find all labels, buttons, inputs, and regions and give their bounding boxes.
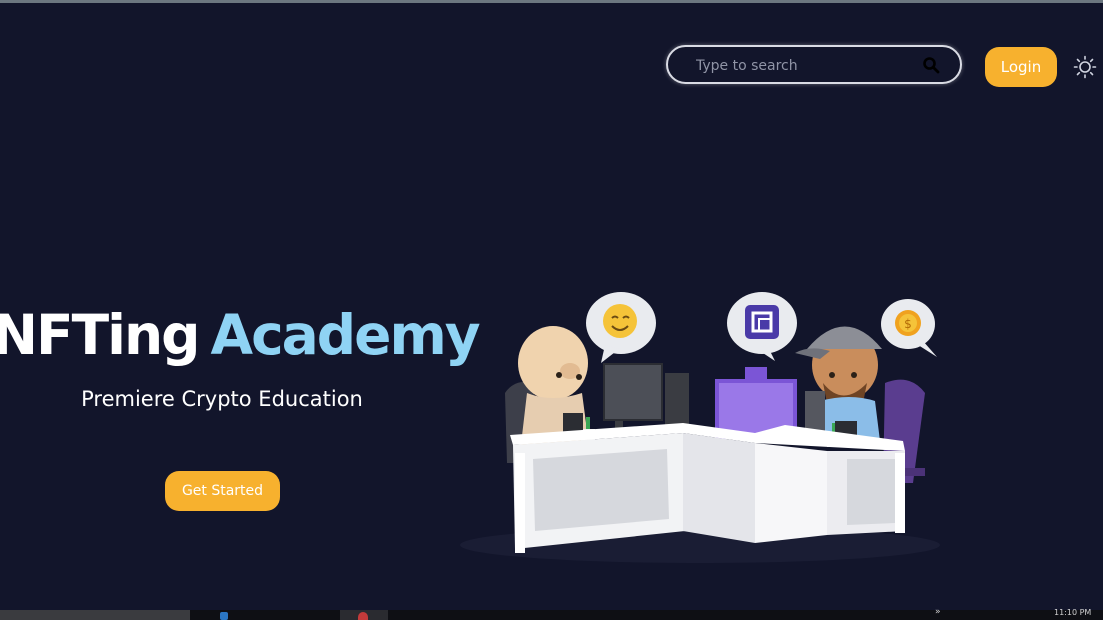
login-button-label: Login (1000, 58, 1042, 76)
search-input[interactable] (694, 55, 918, 77)
get-started-button[interactable]: Get Started (165, 471, 280, 511)
edge-icon[interactable] (220, 612, 228, 620)
search-box[interactable] (666, 45, 962, 84)
taskbar-clock[interactable]: 11:10 PM (1054, 608, 1091, 617)
tray-chevron-icon[interactable]: » (935, 607, 941, 617)
hero-subtitle: Premiere Crypto Education (81, 387, 363, 411)
svg-text:$: $ (904, 317, 912, 331)
hero-title-part2: Academy (210, 303, 481, 367)
get-started-button-label: Get Started (181, 483, 264, 499)
page: Login NFTingAcademy Premiere Crypto Educ… (0, 3, 1103, 610)
cube-bubble-icon (727, 292, 797, 361)
two-people-at-desks-illustration: $ (455, 283, 955, 573)
taskbar-search-area[interactable] (0, 610, 190, 620)
taskbar: » 11:10 PM (0, 607, 1103, 620)
hero-title-part1: NFTing (0, 303, 200, 367)
coin-bubble-icon: $ (881, 299, 937, 357)
hero-title: NFTing Academy (0, 299, 481, 371)
smiley-bubble-icon (586, 292, 656, 363)
chrome-icon[interactable] (358, 612, 368, 620)
login-button[interactable]: Login (985, 47, 1057, 87)
search-icon[interactable] (922, 56, 940, 74)
sun-icon[interactable] (1073, 55, 1097, 79)
desk-set (510, 423, 905, 553)
